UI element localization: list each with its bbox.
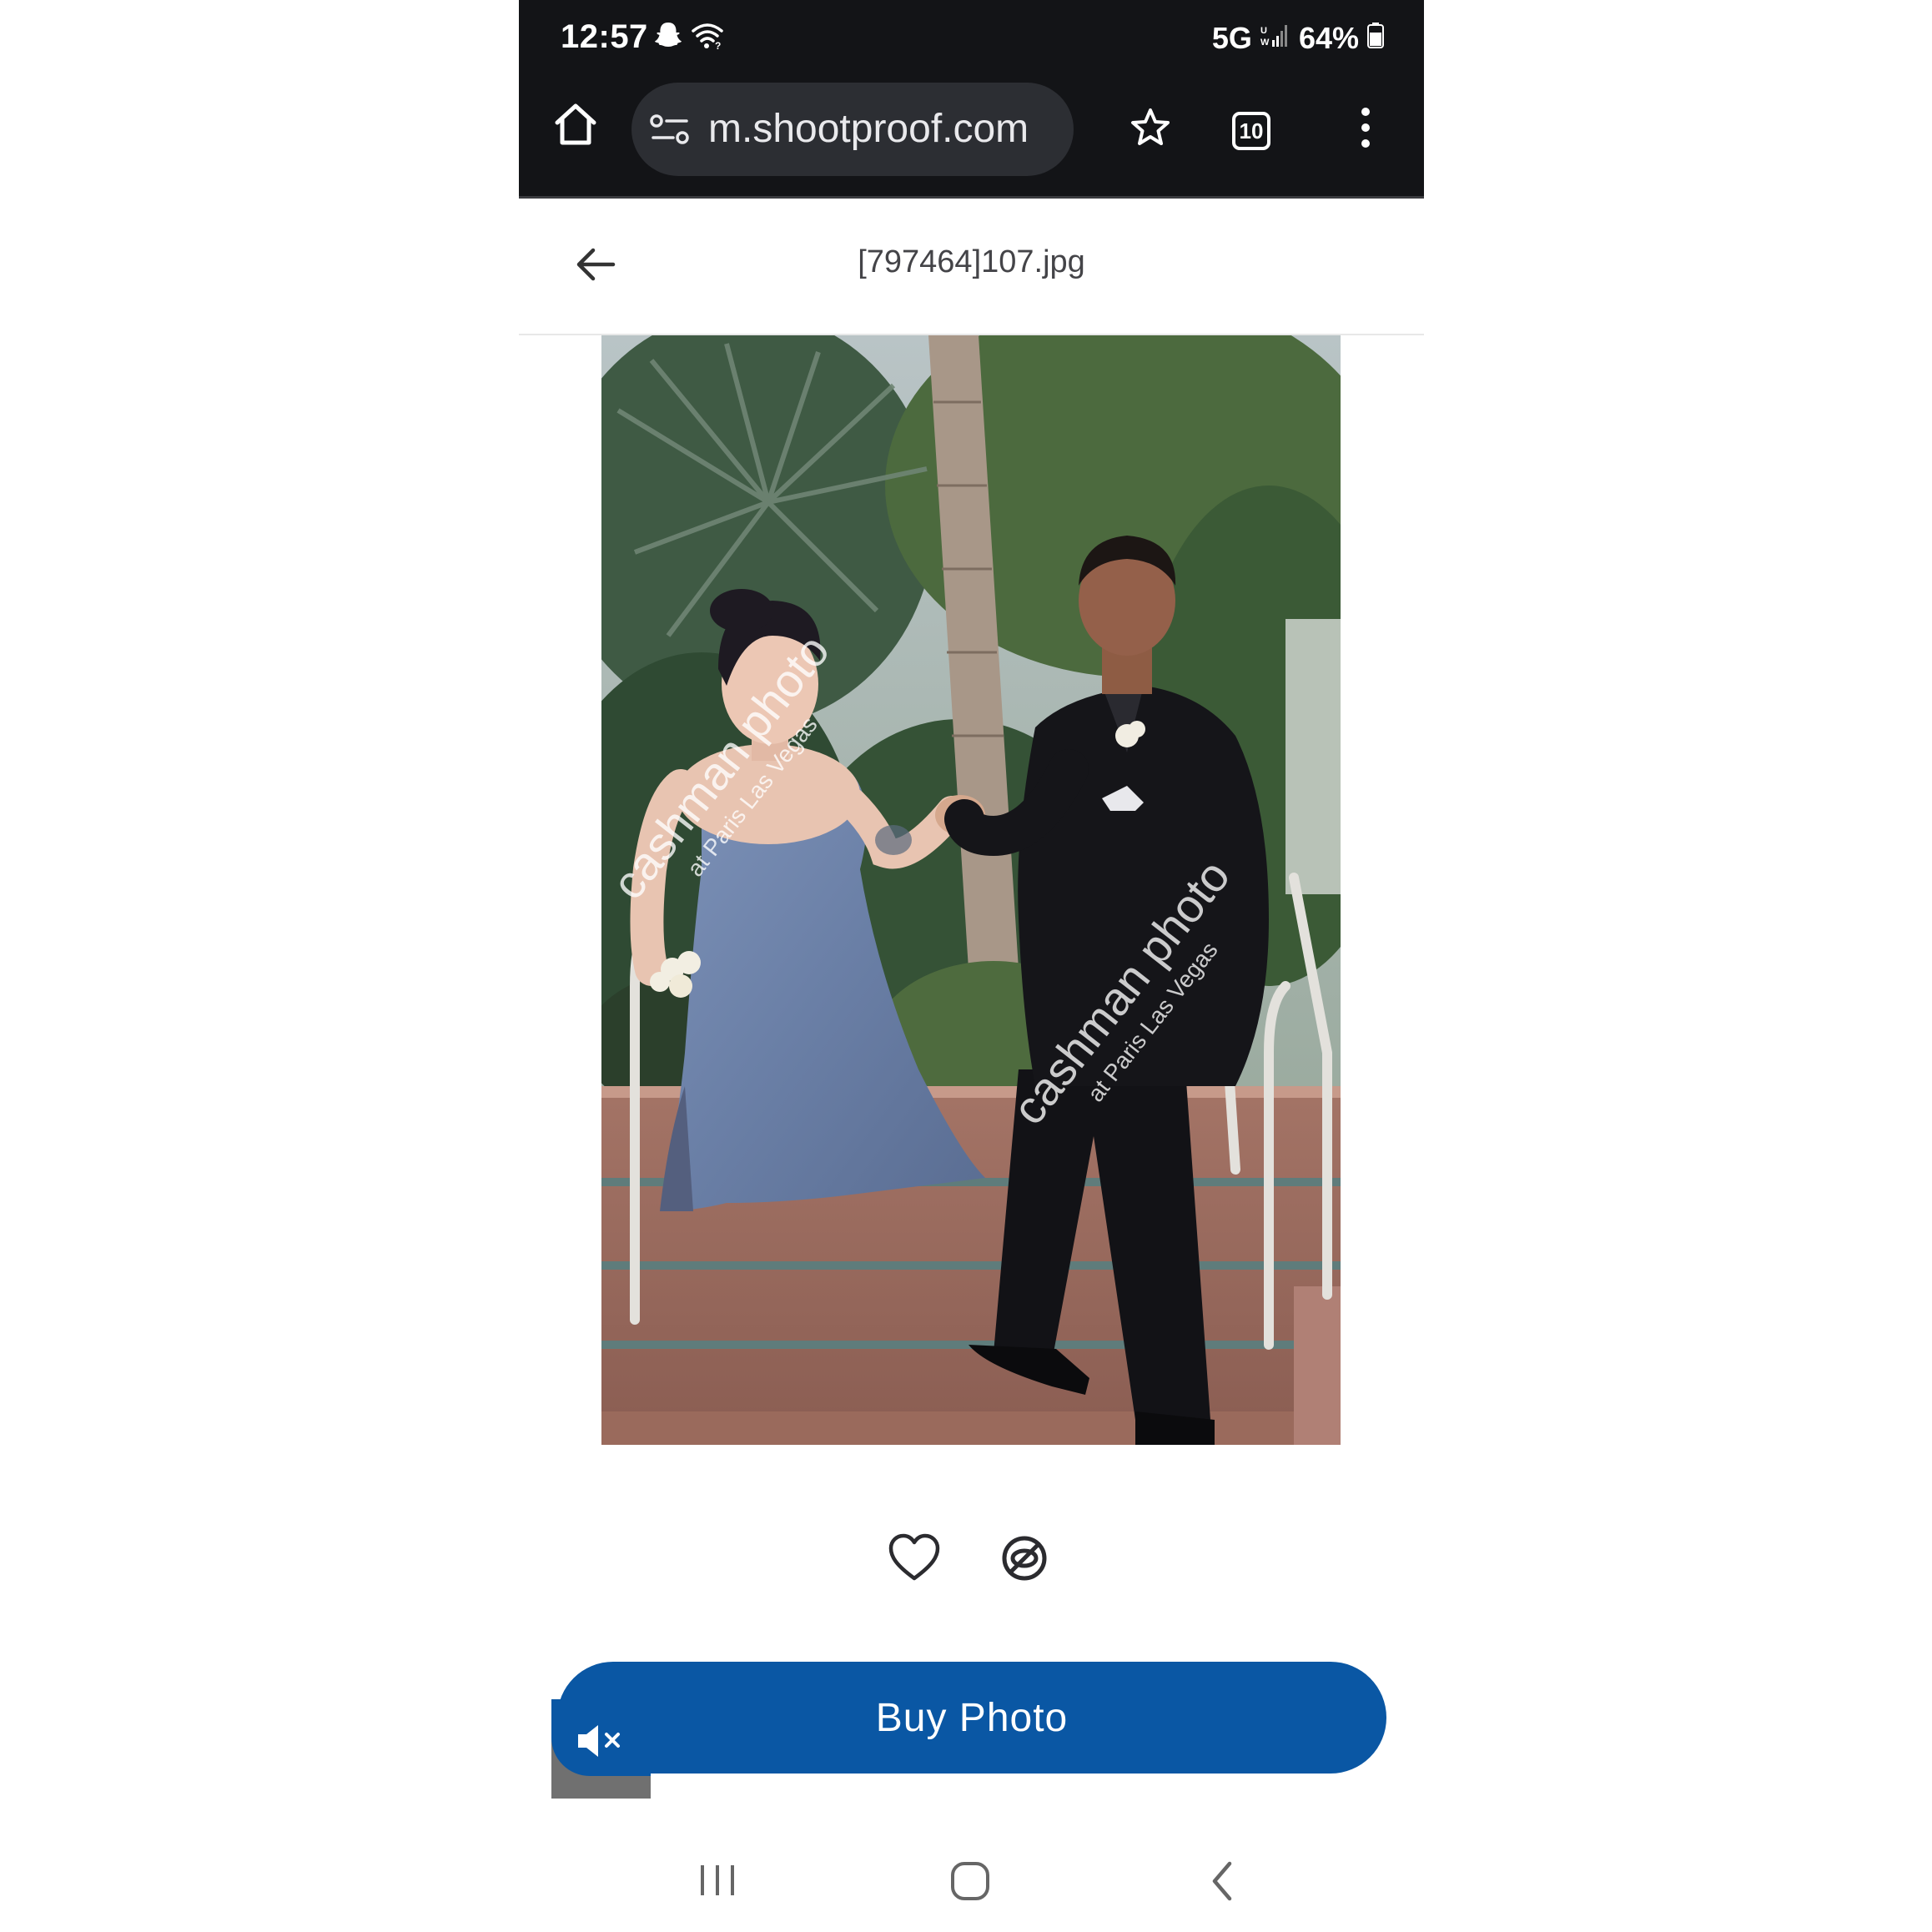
home-icon: [552, 101, 599, 152]
proof-photo[interactable]: cashman photo at Paris Las Vegas cashman…: [601, 335, 1341, 1445]
buy-photo-label: Buy Photo: [875, 1695, 1069, 1740]
mute-icon: [576, 1723, 630, 1763]
address-bar[interactable]: m.shootproof.com: [631, 83, 1074, 176]
tabs-button[interactable]: 10: [1225, 104, 1278, 158]
phone-screen: 12:57 ? 5G U W 64% m.shootproof.com 10 […: [519, 0, 1424, 1932]
network-type: 5G: [1211, 21, 1252, 55]
status-right-cluster: 5G U W 64%: [1212, 20, 1384, 57]
buy-photo-button[interactable]: Buy Photo: [557, 1662, 1386, 1774]
wifi-icon: ?: [691, 22, 724, 54]
signal-icon: U W: [1260, 21, 1291, 56]
hide-icon[interactable]: [999, 1533, 1049, 1587]
battery-icon: [1367, 21, 1384, 56]
mute-overlay[interactable]: [551, 1699, 651, 1799]
home-nav-icon[interactable]: [949, 1860, 991, 1906]
bookmark-star-icon: [1129, 106, 1172, 153]
page-header: [797464]107.jpg: [519, 199, 1424, 335]
browser-toolbar: m.shootproof.com 10: [519, 79, 1424, 199]
recent-apps-icon[interactable]: [697, 1860, 737, 1904]
svg-text:U: U: [1260, 26, 1267, 36]
screenshot-canvas: 12:57 ? 5G U W 64% m.shootproof.com 10 […: [0, 0, 1932, 1932]
heart-icon[interactable]: [888, 1533, 941, 1587]
bookmark-button[interactable]: [1125, 104, 1175, 154]
status-bar: 12:57 ? 5G U W 64%: [519, 0, 1424, 79]
home-button[interactable]: [549, 99, 602, 153]
battery-percent: 64%: [1298, 21, 1359, 55]
more-menu-icon: [1360, 106, 1371, 153]
url-text[interactable]: m.shootproof.com: [708, 106, 1029, 152]
snapchat-icon: [654, 21, 682, 55]
svg-text:W: W: [1260, 38, 1270, 48]
more-menu-button[interactable]: [1353, 104, 1378, 154]
site-settings-icon[interactable]: [650, 113, 690, 150]
tabs-icon: 10: [1232, 112, 1270, 150]
system-nav-bar: [519, 1835, 1424, 1932]
back-nav-icon[interactable]: [1206, 1860, 1240, 1906]
page-title: [797464]107.jpg: [858, 244, 1085, 279]
status-notification-icons: ?: [654, 20, 724, 55]
photo-image: cashman photo at Paris Las Vegas cashman…: [601, 335, 1341, 1445]
status-time: 12:57: [561, 18, 648, 55]
svg-text:?: ?: [715, 40, 721, 50]
